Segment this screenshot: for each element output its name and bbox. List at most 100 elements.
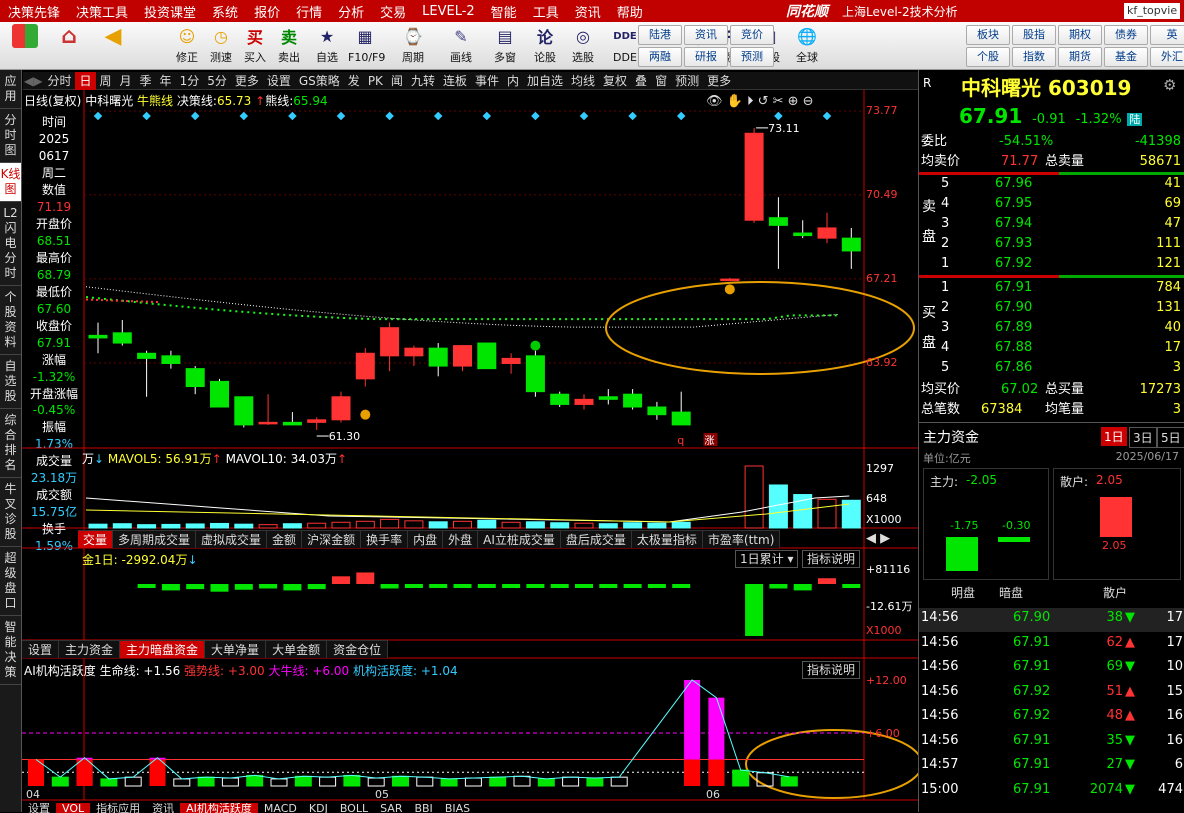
buy-side-label: 买盘 [922, 305, 936, 351]
settings-gear-icon[interactable]: ⚙ [1163, 76, 1176, 94]
volume-bar [501, 521, 521, 529]
ai-axis-label-0: +12.00 [866, 674, 907, 687]
indicator-tab-2[interactable]: 虚拟成交量 [196, 531, 268, 548]
tick-volume: 69 [1106, 659, 1123, 674]
bar2-label: -0.30 [1002, 519, 1031, 532]
volume-bar [598, 523, 618, 529]
sanhu-label: 散户: [1060, 475, 1089, 489]
ai-bar [51, 776, 69, 787]
indicator-tab-4[interactable]: 沪深金额 [302, 531, 362, 548]
fund-legend: 明盘 暗盘 散户 [919, 584, 1184, 602]
volume-bar [525, 521, 545, 529]
fund-bar [477, 584, 496, 588]
fund-bar [575, 584, 593, 588]
bid-level: 5 [941, 360, 950, 375]
fund-bar [259, 584, 278, 589]
bid-row: 3 67.89 40 [919, 318, 1184, 338]
ai-help-button[interactable]: 指标说明 [802, 661, 861, 679]
market-button-3[interactable]: 债券 [1104, 25, 1148, 45]
sanhu-bar [1100, 497, 1132, 537]
ai-bar [173, 778, 191, 787]
count-label: 总笔数 [921, 402, 961, 417]
tick-count: 16 [1166, 732, 1183, 748]
main-fund-tab-0[interactable]: 1日 [1101, 427, 1127, 446]
total-sell-value: 58671 [1139, 154, 1181, 169]
tick-count: 17 [1166, 610, 1183, 625]
tick-count: 16 [1166, 708, 1183, 723]
fund-tab-0[interactable]: 设置 [22, 641, 60, 658]
bid-volume: 784 [1156, 280, 1181, 295]
tick-row: 14:56 67.91 35 ▼ 16 [919, 731, 1184, 755]
stock-change: -0.91 [1032, 112, 1066, 127]
volume-axis-label-1: 648 [866, 492, 887, 505]
low-label: 61.30 [329, 430, 361, 443]
zhang-label: 涨 [705, 435, 715, 447]
fund-help-button[interactable]: 指标说明 [802, 550, 861, 568]
ai-bar [610, 776, 628, 787]
market-button-4[interactable]: 英 [1150, 25, 1184, 45]
volume-bar [282, 523, 302, 529]
volume-bar [817, 498, 837, 529]
sanhu-legend: 散户 [1103, 586, 1128, 600]
ai-bar-base [708, 759, 725, 786]
fund-bar [842, 584, 861, 588]
main-fund-tab-2[interactable]: 5日 [1157, 427, 1184, 448]
indicator-tab-1[interactable]: 多周期成交量 [113, 531, 197, 548]
fund-tab-1[interactable]: 主力资金 [59, 641, 121, 658]
indicator-tab-3[interactable]: 金额 [267, 531, 303, 548]
main-fund-unit-row: 单位:亿元 2025/06/17 [919, 450, 1184, 468]
fund-axis-label-1: -12.61万 [866, 600, 913, 613]
fund-tab-2[interactable]: 主力暗盘资金 [120, 641, 206, 658]
main-fund-tab-1[interactable]: 3日 [1129, 427, 1157, 448]
indicator-tab-8[interactable]: AI立桩成交量 [478, 531, 561, 548]
candle [161, 355, 181, 365]
weibi-value: -54.51% [999, 134, 1054, 149]
ask-price: 67.94 [995, 216, 1033, 231]
candle [623, 393, 643, 408]
market-button-2[interactable]: 期权 [1058, 25, 1102, 45]
kline-chart[interactable]: 73.11 61.30 q 涨 05 06 04 [0, 0, 918, 812]
market-button-9[interactable]: 外汇 [1150, 47, 1184, 67]
sanhu-value: 2.05 [1096, 473, 1123, 487]
tick-row: 14:56 67.90 38 ▼ 17 [919, 608, 1184, 632]
tick-volume: 2074 [1089, 781, 1123, 797]
signal-diamond [774, 111, 783, 121]
indicator-tab-10[interactable]: 太极量指标 [632, 531, 703, 548]
tick-price: 67.91 [1013, 634, 1051, 650]
tab-scroll-arrows[interactable]: ◀ ▶ [866, 531, 890, 546]
ai-life-line: 生命线: +1.56 [99, 664, 181, 678]
indicator-tab-5[interactable]: 换手率 [361, 531, 409, 548]
volume-bar [428, 521, 448, 529]
fund-bar [210, 584, 229, 592]
indicator-tab-11[interactable]: 市盈率(ttm) [703, 531, 781, 548]
indicator-tab-0[interactable]: 交量 [78, 531, 114, 548]
market-button-0[interactable]: 板块 [966, 25, 1010, 45]
fund-range-select[interactable]: 1日累计 ▾ [735, 550, 799, 568]
tick-volume: 35 [1106, 732, 1123, 748]
fund-date: 2025/06/17 [1115, 450, 1179, 463]
fund-tab-5[interactable]: 资金仓位 [327, 641, 389, 658]
fund-tab-4[interactable]: 大单金额 [266, 641, 328, 658]
tick-price: 67.90 [1013, 610, 1051, 625]
price-axis-label-1: 70.49 [866, 187, 898, 201]
fund-bar [623, 584, 642, 588]
fund-tab-3[interactable]: 大单净量 [205, 641, 267, 658]
fund-range-value: 1日累计 [740, 552, 784, 566]
market-button-1[interactable]: 股指 [1012, 25, 1056, 45]
tick-time: 14:57 [921, 757, 959, 772]
high-label: 73.11 [768, 122, 800, 135]
indicator-tab-7[interactable]: 外盘 [443, 531, 479, 548]
bid-row: 4 67.88 17 [919, 338, 1184, 358]
volume-axis-label-0: 1297 [866, 462, 894, 475]
market-button-7[interactable]: 期货 [1058, 47, 1102, 67]
indicator-tabs: 交量 多周期成交量 虚拟成交量 金额 沪深金额 换手率 内盘 外盘 AI立桩成交量 盘后成交量 太极… [78, 530, 781, 548]
market-button-8[interactable]: 基金 [1104, 47, 1148, 67]
bid-level: 1 [941, 280, 950, 295]
market-button-5[interactable]: 个股 [966, 47, 1010, 67]
bid-price: 67.89 [995, 320, 1033, 335]
bid-volume: 131 [1156, 300, 1181, 315]
market-button-6[interactable]: 指数 [1012, 47, 1056, 67]
indicator-tab-9[interactable]: 盘后成交量 [561, 531, 632, 548]
avg-vol-label: 均笔量 [1045, 402, 1085, 417]
indicator-tab-6[interactable]: 内盘 [408, 531, 444, 548]
